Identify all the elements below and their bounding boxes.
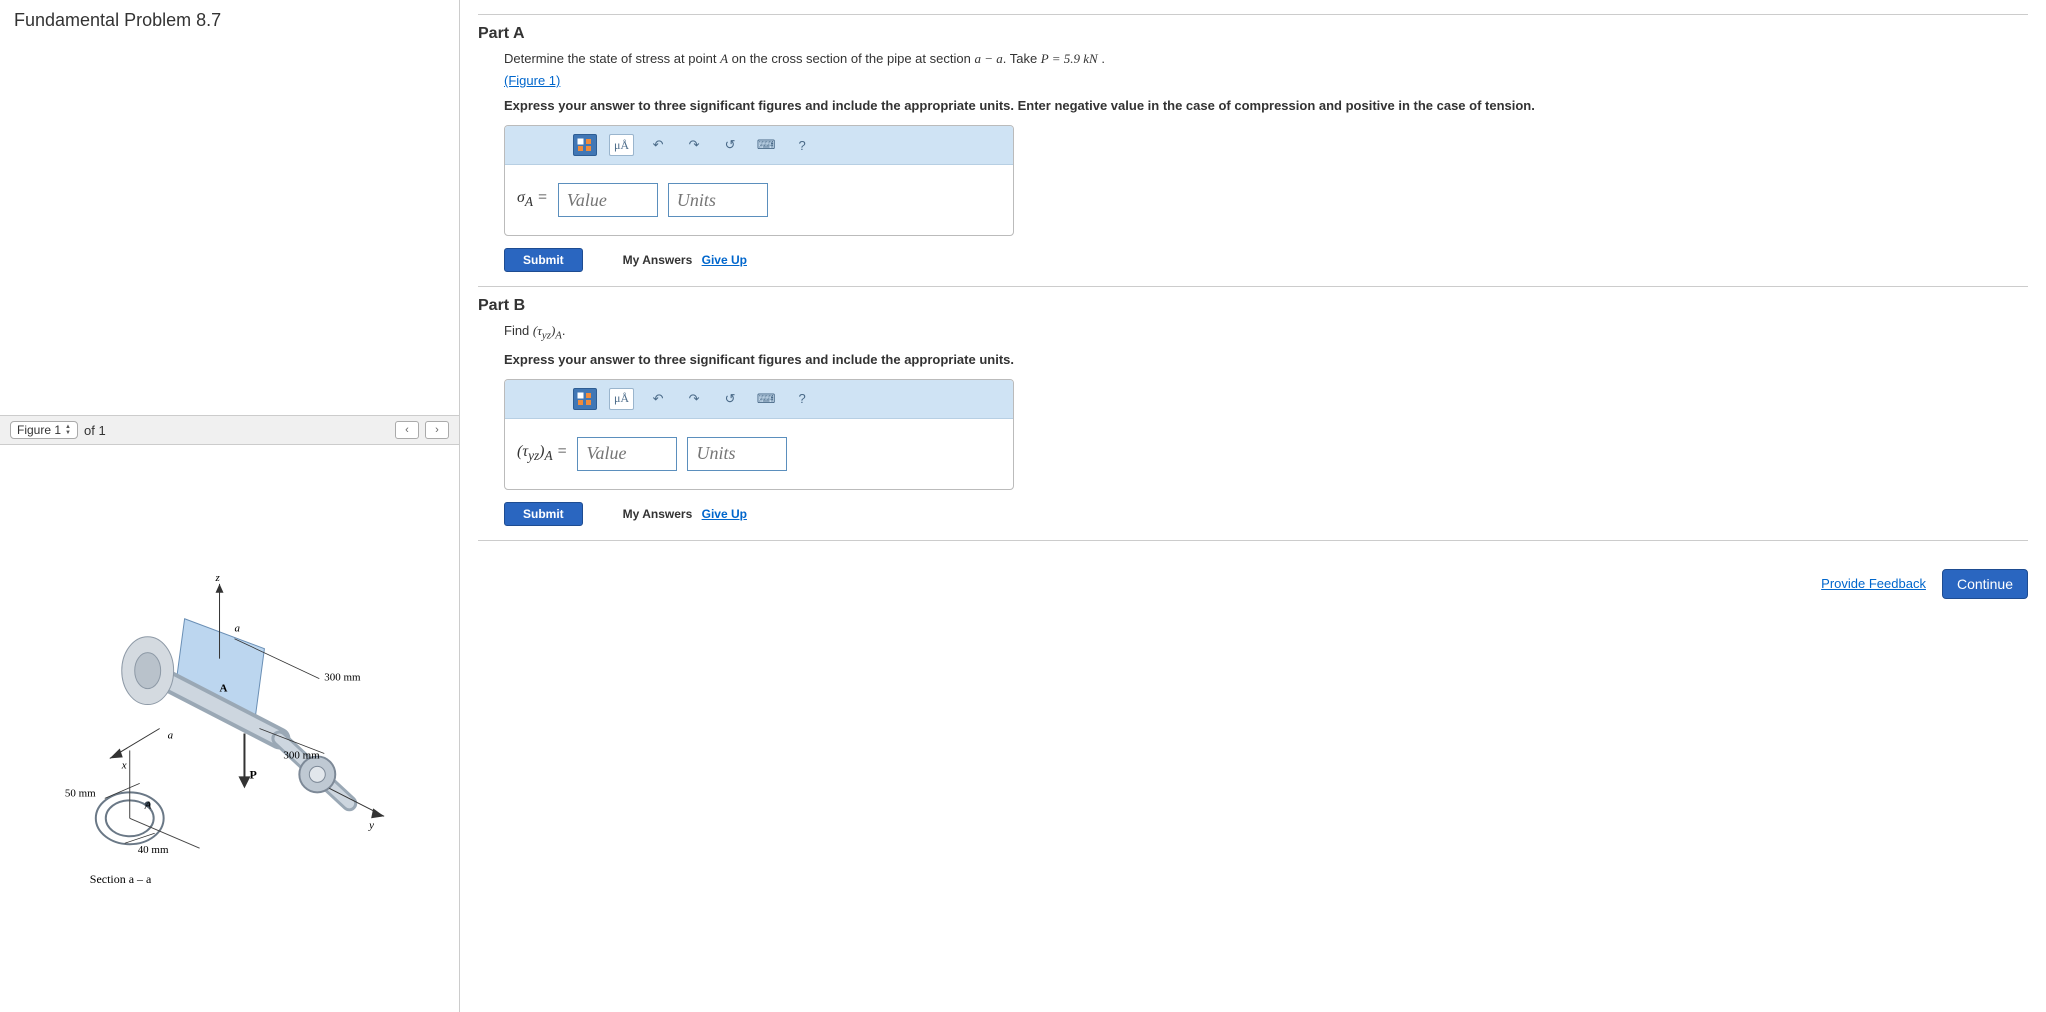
units-input[interactable]	[668, 183, 768, 217]
give-up-link[interactable]: Give Up	[702, 253, 747, 267]
part-a-toolbar: μÅ ↶ ↷ ↺ ⌨ ?	[505, 126, 1013, 165]
figure-bar: Figure 1 ▲▼ of 1 ‹ ›	[0, 415, 459, 445]
part-b-toolbar: μÅ ↶ ↷ ↺ ⌨ ?	[505, 380, 1013, 419]
figure-svg: z x y a a A P 300 mm 300 mm 50 mm 40 mm …	[10, 455, 449, 1002]
axis-z-label: z	[215, 572, 221, 584]
part-a-answer-row: σA =	[505, 165, 1013, 235]
units-input[interactable]	[687, 437, 787, 471]
footer-row: Provide Feedback Continue	[478, 569, 2028, 599]
part-b-submit-button[interactable]: Submit	[504, 502, 583, 526]
help-icon[interactable]: ?	[790, 388, 814, 410]
axis-y-label: y	[368, 819, 374, 831]
keyboard-icon[interactable]: ⌨	[754, 134, 778, 156]
left-pane: Fundamental Problem 8.7 Figure 1 ▲▼ of 1…	[0, 0, 460, 1012]
figure-select-label: Figure 1	[17, 423, 61, 437]
stepper-icon: ▲▼	[65, 424, 71, 436]
units-button[interactable]: μÅ	[609, 388, 634, 410]
point-a-section: A	[144, 799, 152, 811]
units-button[interactable]: μÅ	[609, 134, 634, 156]
part-a-prompt: Determine the state of stress at point A…	[504, 51, 2028, 67]
divider	[478, 540, 2028, 541]
sigma-a-label: σA =	[517, 189, 548, 210]
part-b-prompt: Find (τyz)A.	[504, 323, 2028, 342]
keyboard-icon[interactable]: ⌨	[754, 388, 778, 410]
my-answers-label: My Answers	[623, 253, 693, 267]
figure-prev-button[interactable]: ‹	[395, 421, 419, 439]
dim-300-bottom: 300 mm	[283, 749, 320, 761]
value-input[interactable]	[577, 437, 677, 471]
continue-button[interactable]: Continue	[1942, 569, 2028, 599]
figure-select[interactable]: Figure 1 ▲▼	[10, 421, 78, 439]
part-a-format-instruction: Express your answer to three significant…	[504, 98, 2028, 113]
part-b-answer-panel: μÅ ↶ ↷ ↺ ⌨ ? (τyz)A =	[504, 379, 1014, 490]
part-a-answer-panel: μÅ ↶ ↷ ↺ ⌨ ? σA =	[504, 125, 1014, 236]
template-icon[interactable]	[573, 134, 597, 156]
undo-icon[interactable]: ↶	[646, 388, 670, 410]
part-b-answer-row: (τyz)A =	[505, 419, 1013, 489]
part-a-body: Determine the state of stress at point A…	[478, 51, 2028, 272]
help-icon[interactable]: ?	[790, 134, 814, 156]
dim-40mm: 40 mm	[138, 844, 169, 856]
figure-canvas: z x y a a A P 300 mm 300 mm 50 mm 40 mm …	[0, 445, 459, 1012]
undo-icon[interactable]: ↶	[646, 134, 670, 156]
right-pane: Part A Determine the state of stress at …	[460, 0, 2046, 1012]
part-a-heading: Part A	[478, 25, 2028, 43]
section-a-top: a	[234, 623, 240, 635]
section-caption: Section a – a	[90, 872, 152, 886]
figure-count: of 1	[84, 423, 106, 438]
point-a-label: A	[220, 683, 228, 695]
redo-icon[interactable]: ↷	[682, 388, 706, 410]
part-b-heading: Part B	[478, 297, 2028, 315]
part-b-submit-row: Submit My Answers Give Up	[504, 502, 1014, 526]
give-up-link[interactable]: Give Up	[702, 507, 747, 521]
part-b-format-instruction: Express your answer to three significant…	[504, 352, 2028, 367]
dim-50mm: 50 mm	[65, 787, 96, 799]
part-a-submit-row: Submit My Answers Give Up	[504, 248, 1014, 272]
dim-300-top: 300 mm	[324, 672, 361, 684]
part-b-body: Find (τyz)A. Express your answer to thre…	[478, 323, 2028, 526]
provide-feedback-link[interactable]: Provide Feedback	[1821, 576, 1926, 591]
force-p-label: P	[249, 767, 256, 781]
reset-icon[interactable]: ↺	[718, 134, 742, 156]
reset-icon[interactable]: ↺	[718, 388, 742, 410]
figure-next-button[interactable]: ›	[425, 421, 449, 439]
redo-icon[interactable]: ↷	[682, 134, 706, 156]
part-a-submit-button[interactable]: Submit	[504, 248, 583, 272]
section-a-bottom: a	[168, 729, 174, 741]
template-icon[interactable]	[573, 388, 597, 410]
divider	[478, 286, 2028, 287]
value-input[interactable]	[558, 183, 658, 217]
divider	[478, 14, 2028, 15]
problem-title: Fundamental Problem 8.7	[0, 0, 459, 415]
axis-x-label: x	[121, 759, 127, 771]
figure-1-link[interactable]: (Figure 1)	[504, 73, 560, 88]
my-answers-label: My Answers	[623, 507, 693, 521]
tau-a-label: (τyz)A =	[517, 443, 567, 464]
